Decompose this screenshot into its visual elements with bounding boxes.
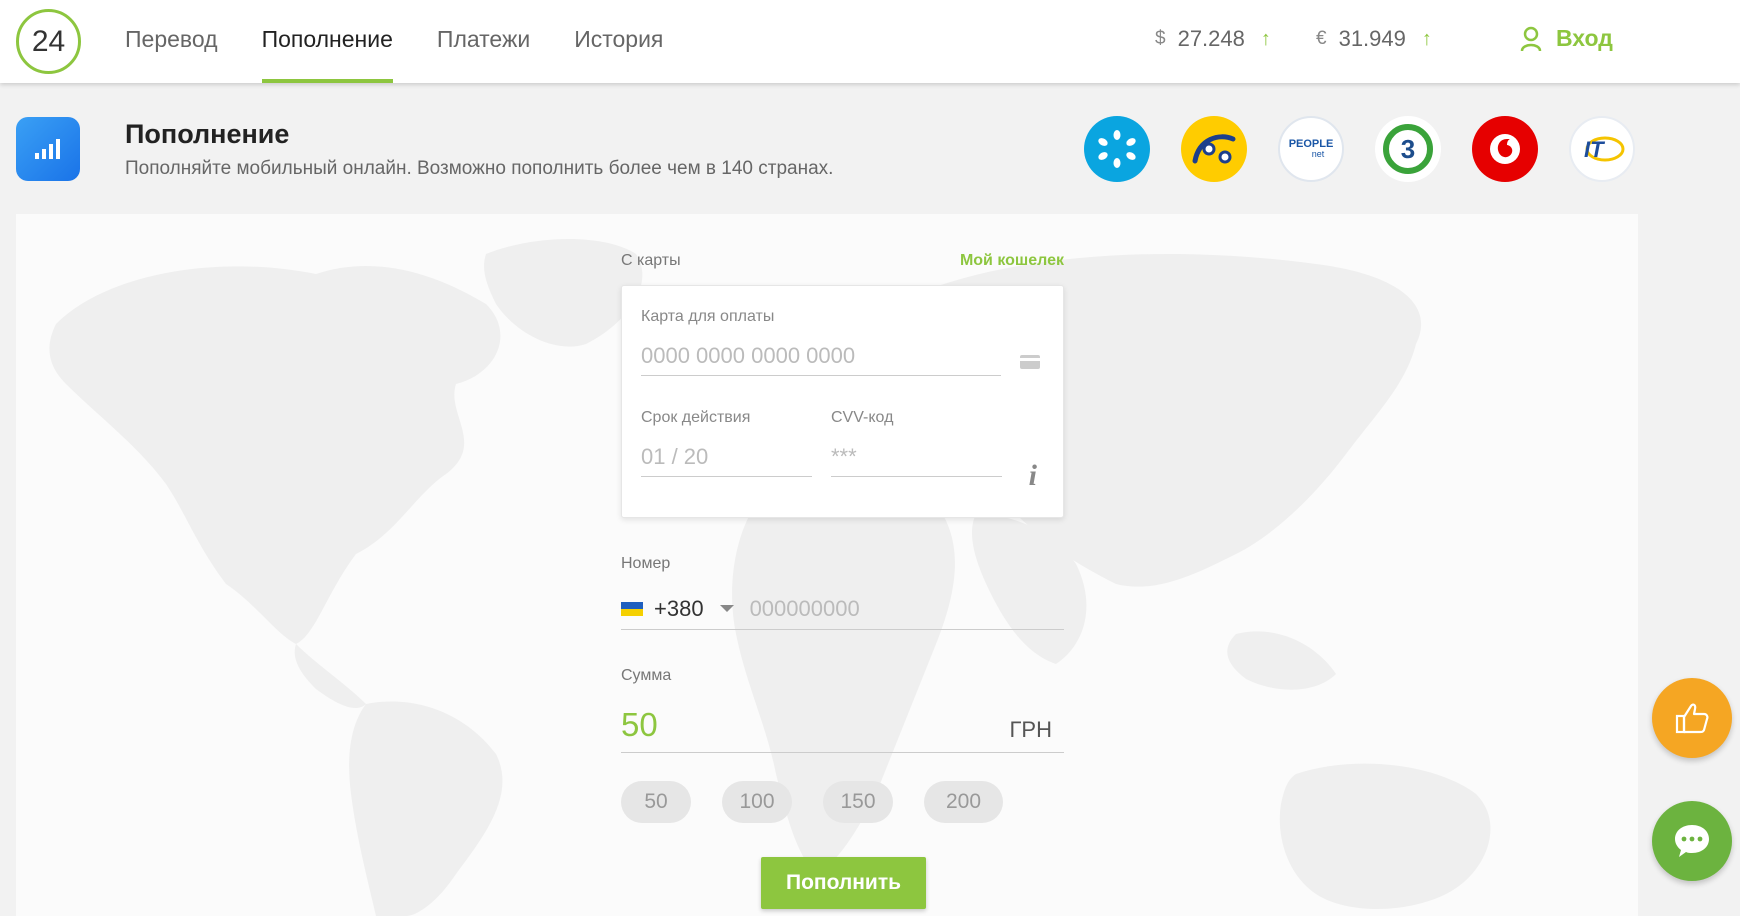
sum-currency: ГРН	[1009, 716, 1052, 742]
vodafone-logo[interactable]	[1472, 116, 1538, 182]
operator-list: PEOPLE net 3 IT	[1084, 116, 1666, 182]
card-number-label: Карта для оплаты	[641, 308, 775, 325]
topup-submit-button[interactable]: Пополнить	[761, 857, 926, 909]
intertelecom-logo-text: IT	[1584, 137, 1605, 162]
eur-rate: € 31.949 ↑	[1316, 26, 1432, 52]
page-title: Пополнение	[125, 119, 290, 149]
my-wallet-link[interactable]: Мой кошелек	[960, 252, 1064, 270]
chevron-down-icon[interactable]	[719, 605, 734, 612]
eur-rate-value: 31.949	[1338, 26, 1406, 51]
main-nav: Перевод Пополнение Платежи История	[125, 0, 707, 83]
info-icon[interactable]: i	[1029, 459, 1037, 493]
credit-card-icon	[1020, 355, 1040, 369]
arrow-up-icon: ↑	[1260, 27, 1271, 50]
expiry-input[interactable]	[641, 437, 812, 477]
arrow-up-icon: ↑	[1421, 27, 1432, 50]
kyivstar-logo[interactable]	[1084, 116, 1150, 182]
phone-row: +380	[621, 588, 1064, 630]
privat24-logo[interactable]: 24	[16, 9, 81, 74]
top-header: 24 Перевод Пополнение Платежи История $ …	[0, 0, 1740, 83]
thumbs-up-icon	[1675, 703, 1709, 734]
usd-rate-value: 27.248	[1177, 26, 1245, 51]
chat-button[interactable]	[1652, 801, 1732, 881]
page-subtitle: Пополняйте мобильный онлайн. Возможно по…	[125, 158, 834, 179]
quick-amount-chip[interactable]: 50	[621, 781, 691, 823]
feedback-like-button[interactable]	[1652, 678, 1732, 758]
quick-amount-chip[interactable]: 200	[924, 781, 1003, 823]
cvv-input[interactable]	[831, 437, 1002, 477]
nav-item-transfer[interactable]: Перевод	[125, 0, 218, 83]
dollar-icon: $	[1155, 28, 1166, 49]
intertelecom-logo[interactable]: IT	[1569, 116, 1635, 182]
expiry-field: Срок действия	[641, 409, 812, 477]
login-button[interactable]: Вход	[1520, 25, 1613, 52]
card-number-input[interactable]	[641, 336, 1001, 376]
chat-bubble-icon	[1675, 825, 1709, 857]
phone-country-code: +380	[654, 595, 704, 621]
card-details-box: Карта для оплаты Срок действия CVV-код i	[621, 285, 1064, 518]
cvv-label: CVV-код	[831, 409, 894, 426]
from-card-label: С карты	[621, 252, 681, 269]
quick-amount-chip[interactable]: 100	[722, 781, 792, 823]
peoplenet-logo[interactable]: PEOPLE net	[1278, 116, 1344, 182]
phone-block: Номер +380	[621, 555, 1064, 630]
phone-number-input[interactable]	[749, 595, 1000, 622]
sum-row[interactable]: 50 ГРН	[621, 697, 1064, 753]
mobile-signal-icon	[16, 117, 80, 181]
sum-value[interactable]: 50	[621, 706, 658, 744]
usd-rate: $ 27.248 ↑	[1155, 26, 1271, 52]
quick-amounts: 50 100 150 200	[621, 781, 1034, 823]
user-icon	[1520, 26, 1542, 51]
topup-panel: С карты Мой кошелек Карта для оплаты Сро…	[16, 214, 1638, 916]
card-number-field: Карта для оплаты	[641, 308, 1001, 376]
expiry-label: Срок действия	[641, 409, 751, 426]
peoplenet-logo-text: PEOPLE	[1288, 138, 1334, 150]
sum-label: Сумма	[621, 667, 672, 684]
login-label: Вход	[1556, 25, 1613, 51]
nav-item-payments[interactable]: Платежи	[437, 0, 530, 83]
cvv-field: CVV-код	[831, 409, 1002, 477]
3mob-logo-text: 3	[1400, 133, 1416, 164]
lifecell-logo[interactable]	[1181, 116, 1247, 182]
phone-label: Номер	[621, 555, 671, 572]
nav-item-history[interactable]: История	[574, 0, 663, 83]
peoplenet-logo-subtext: net	[1311, 149, 1325, 159]
ukraine-flag-icon	[621, 601, 643, 616]
from-card-row: С карты Мой кошелек	[621, 252, 1064, 270]
nav-item-topup[interactable]: Пополнение	[261, 0, 394, 83]
3mob-logo[interactable]: 3	[1375, 116, 1441, 182]
sum-block: Сумма 50 ГРН	[621, 667, 1064, 753]
euro-icon: €	[1316, 28, 1327, 49]
quick-amount-chip[interactable]: 150	[823, 781, 893, 823]
